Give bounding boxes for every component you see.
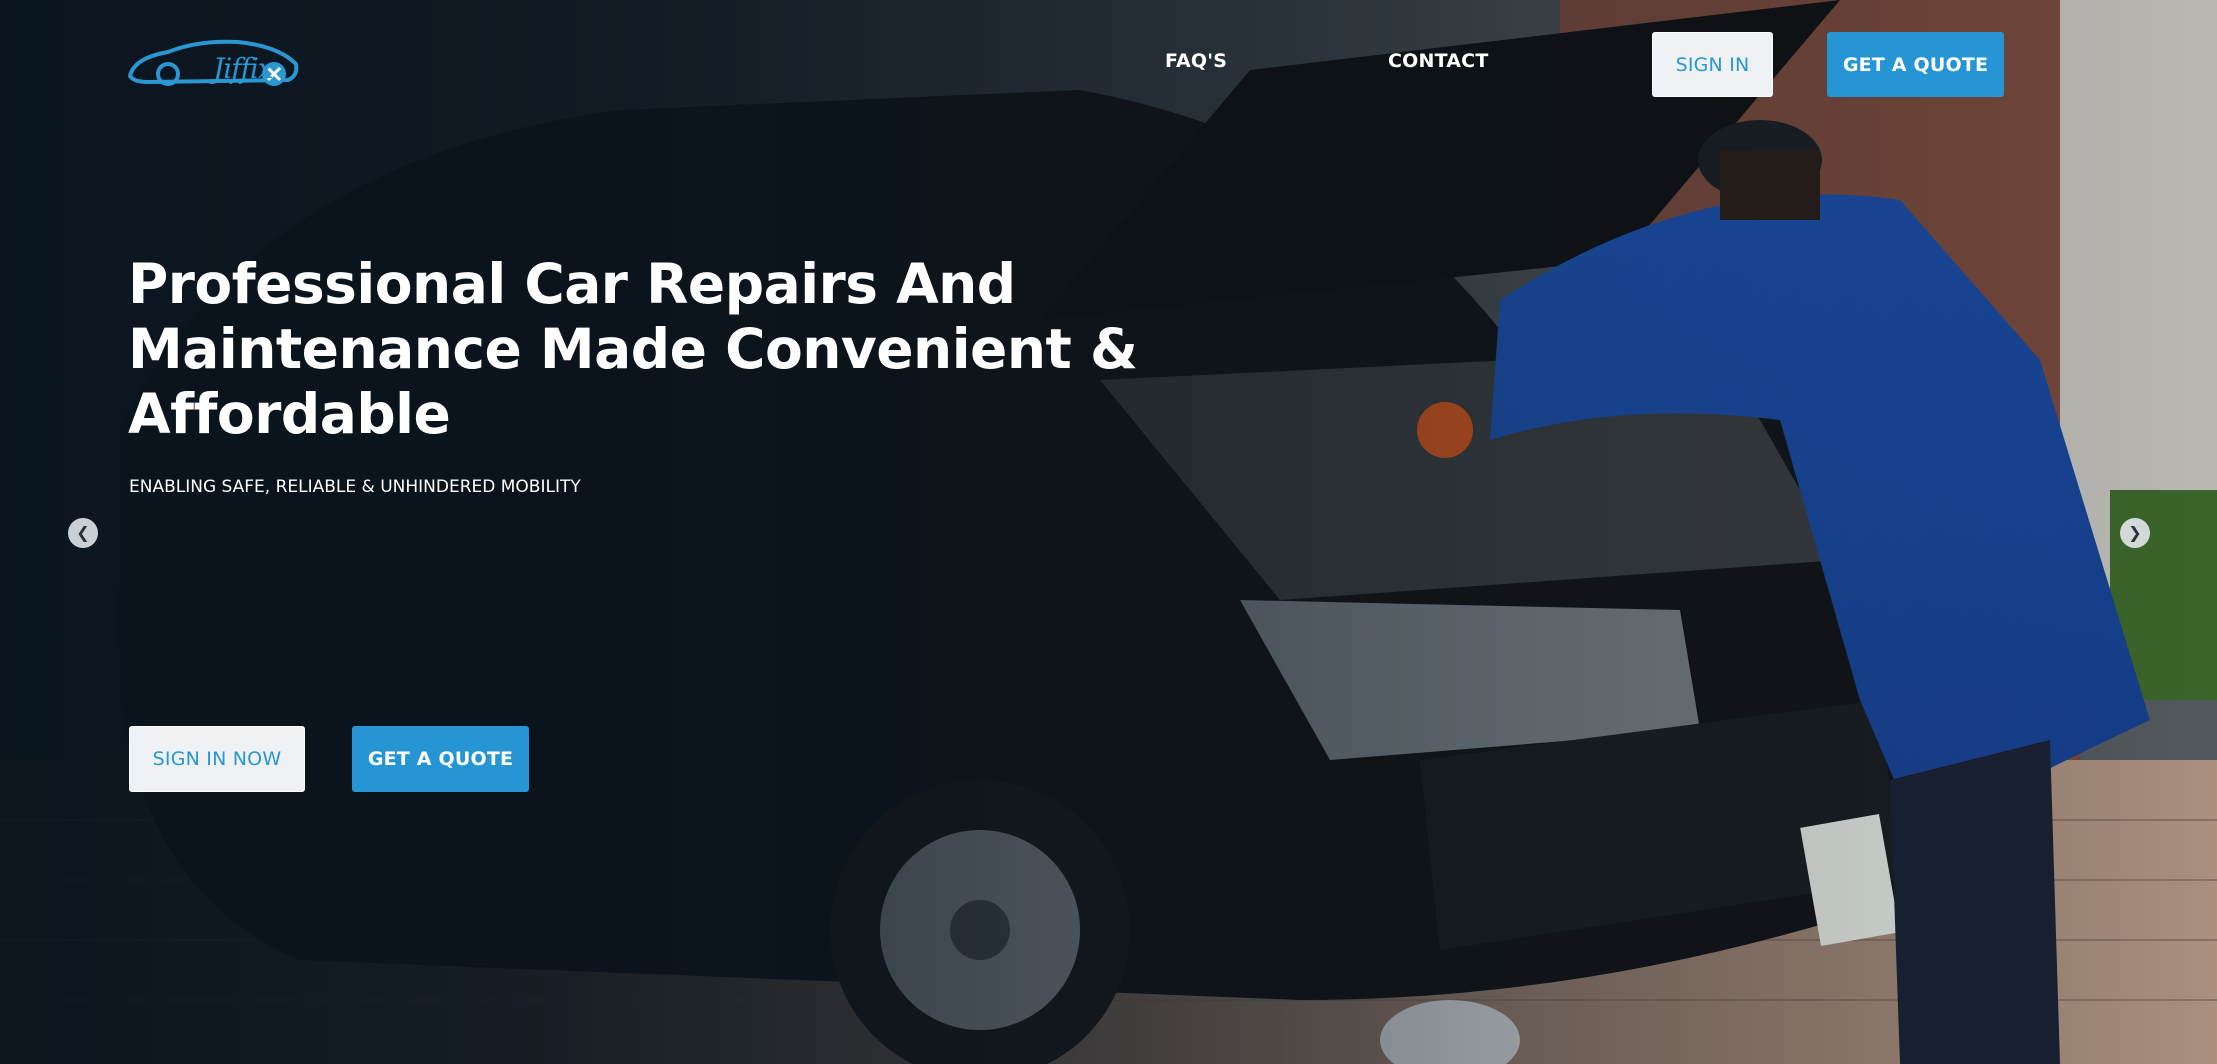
header-sign-in-button[interactable]: SIGN IN xyxy=(1652,32,1773,97)
site-header: Jiffix FAQ'S CONTACT SIGN IN GET A QUOTE xyxy=(0,0,2217,130)
hero-title-line: Maintenance Made Convenient & xyxy=(128,317,1138,381)
hero-get-quote-button[interactable]: GET A QUOTE xyxy=(352,726,529,792)
hero-dark-overlay xyxy=(0,0,2217,1064)
nav-contact-link[interactable]: CONTACT xyxy=(1388,50,1489,72)
carousel-next-button[interactable]: ❯ xyxy=(2120,518,2150,548)
hero-title-line: Professional Car Repairs And xyxy=(128,252,1016,316)
landing-page: Jiffix FAQ'S CONTACT SIGN IN GET A QUOTE… xyxy=(0,0,2217,1064)
chevron-right-icon: ❯ xyxy=(2128,523,2142,542)
chevron-left-icon: ❮ xyxy=(76,523,90,542)
logo-wordmark: Jiffix xyxy=(213,52,274,85)
hero-title-line: Affordable xyxy=(128,382,451,446)
hero-subtitle: ENABLING SAFE, RELIABLE & UNHINDERED MOB… xyxy=(129,477,581,497)
nav-faq-link[interactable]: FAQ'S xyxy=(1165,50,1227,72)
jiffix-logo[interactable]: Jiffix xyxy=(127,36,300,94)
hero-title: Professional Car Repairs And Maintenance… xyxy=(128,252,1228,447)
sign-in-now-button[interactable]: SIGN IN NOW xyxy=(129,726,305,792)
header-get-quote-button[interactable]: GET A QUOTE xyxy=(1827,32,2004,97)
carousel-prev-button[interactable]: ❮ xyxy=(68,518,98,548)
